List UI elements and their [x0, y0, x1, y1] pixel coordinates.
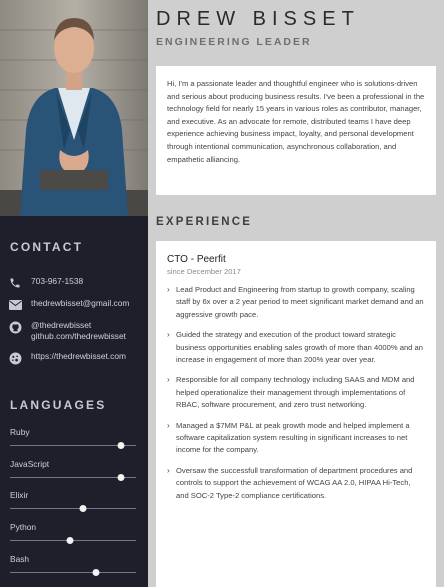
language-item: Ruby [10, 427, 136, 449]
phone-icon [8, 276, 22, 290]
skill-knob [117, 442, 125, 449]
mail-icon [8, 298, 22, 312]
github-url[interactable]: github.com/thedrewbisset [31, 331, 126, 342]
skill-track [10, 505, 136, 512]
language-name: Python [10, 522, 37, 532]
about-card: Hi, I'm a passionate leader and thoughtf… [156, 66, 436, 195]
languages-heading: LANGUAGES [10, 398, 107, 412]
skill-knob [117, 474, 125, 481]
github-handle[interactable]: @thedrewbisset [31, 320, 126, 331]
bullet-text: Lead Product and Engineering from startu… [176, 285, 424, 319]
skill-knob [79, 505, 87, 512]
bullet-text: Managed a $7MM P&L at peak growth mode a… [176, 420, 410, 455]
skill-track [10, 474, 136, 481]
language-item: Python [10, 522, 136, 544]
language-item: JavaScript [10, 459, 136, 481]
list-item: › Lead Product and Engineering from start… [167, 284, 425, 321]
chevron-right-icon: › [167, 420, 170, 430]
skill-track [10, 569, 136, 576]
chevron-right-icon: › [167, 330, 170, 340]
chevron-right-icon: › [167, 375, 170, 385]
language-item: Elixir [10, 490, 136, 512]
website-url[interactable]: https://thedrewbisset.com [31, 351, 126, 362]
contact-email: thedrewbisset@gmail.com [8, 298, 129, 312]
list-item: › Guided the strategy and execution of th… [167, 329, 425, 366]
contact-heading: CONTACT [10, 240, 84, 254]
contact-website: https://thedrewbisset.com [8, 351, 126, 365]
about-text: Hi, I'm a passionate leader and thoughtf… [167, 79, 425, 164]
skill-track [10, 442, 136, 449]
bullet-text: Oversaw the successfull transformation o… [176, 465, 413, 500]
job-date: since December 2017 [167, 267, 241, 276]
phone-number[interactable]: 703-967-1538 [31, 276, 83, 287]
chevron-right-icon: › [167, 285, 170, 294]
person-name: DREW BISSET [156, 8, 360, 30]
skill-knob [66, 537, 74, 544]
language-name: Ruby [10, 427, 30, 437]
bullet-text: Guided the strategy and execution of the… [176, 330, 423, 365]
skill-track [10, 537, 136, 544]
job-title: CTO - Peerfit [167, 254, 226, 265]
language-name: JavaScript [10, 459, 50, 469]
list-item: › Oversaw the successfull transformation … [167, 465, 425, 502]
globe-icon [8, 351, 22, 365]
github-links: @thedrewbisset github.com/thedrewbisset [31, 320, 126, 342]
list-item: › Responsible for all company technology … [167, 374, 425, 411]
email-address[interactable]: thedrewbisset@gmail.com [31, 298, 129, 309]
sidebar: CONTACT 703-967-1538 thedrewbisset@gmail… [0, 0, 148, 587]
language-item: Bash [10, 554, 136, 576]
contact-phone: 703-967-1538 [8, 276, 83, 290]
language-name: Elixir [10, 490, 29, 500]
skill-knob [92, 569, 100, 576]
contact-github: @thedrewbisset github.com/thedrewbisset [8, 320, 126, 342]
experience-card: CTO - Peerfit since December 2017 › Lead … [156, 241, 436, 587]
profile-photo [0, 0, 148, 216]
experience-heading: EXPERIENCE [156, 216, 253, 228]
bullet-text: Responsible for all company technology i… [176, 375, 415, 410]
language-name: Bash [10, 554, 30, 564]
chevron-right-icon: › [167, 465, 170, 475]
github-icon [8, 320, 22, 334]
job-bullets: › Lead Product and Engineering from start… [167, 284, 425, 502]
list-item: › Managed a $7MM P&L at peak growth mode … [167, 420, 425, 457]
job-role: ENGINEERING LEADER [156, 36, 312, 48]
